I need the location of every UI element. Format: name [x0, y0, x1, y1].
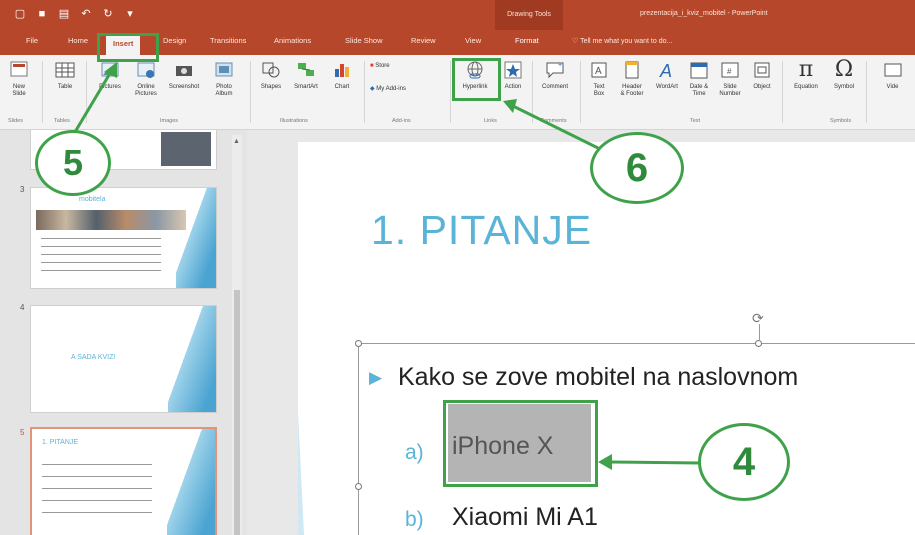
- step-6-badge: 6: [590, 132, 684, 204]
- step-5-badge: 5: [35, 130, 111, 196]
- step-4-badge: 4: [698, 423, 790, 501]
